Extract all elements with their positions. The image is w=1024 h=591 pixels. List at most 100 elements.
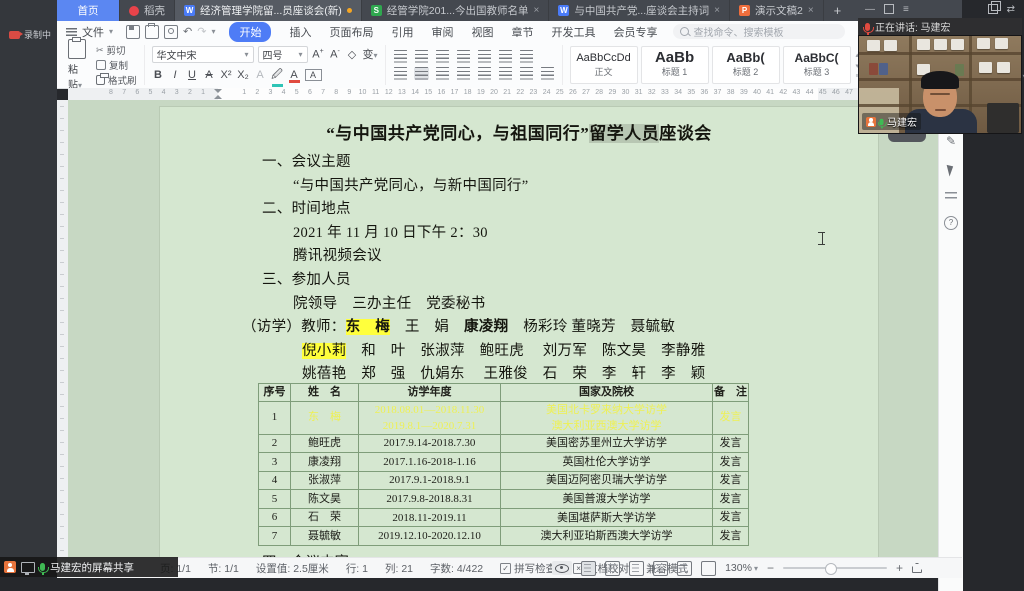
highlight-color-button[interactable]: 🖉 <box>271 66 284 85</box>
record-camera-icon <box>9 31 20 39</box>
format-painter-button[interactable]: 格式刷 <box>96 73 137 87</box>
bold-button[interactable]: B <box>152 69 165 81</box>
text-effects-button[interactable]: A <box>254 69 267 81</box>
page-view-icon[interactable] <box>581 561 596 576</box>
distribute-icon[interactable] <box>477 67 492 80</box>
font-size-select[interactable]: 四号▾ <box>258 46 308 63</box>
pointer-tool-icon[interactable] <box>947 163 956 176</box>
fullscreen-icon[interactable] <box>912 563 922 573</box>
font-name-select[interactable]: 华文中宋▾ <box>152 46 254 63</box>
zoom-slider-thumb[interactable] <box>825 563 837 575</box>
font-color-button[interactable]: A <box>288 69 301 81</box>
tab-docer[interactable]: 稻壳 <box>120 0 175 21</box>
ribbon-tab-视图[interactable]: 视图 <box>471 24 493 40</box>
style-preset[interactable]: AaBbCcDd正文 <box>570 46 638 84</box>
status-toggle-spell[interactable]: ✓拼写检查 <box>500 561 556 576</box>
ribbon-tab-页面布局[interactable]: 页面布局 <box>329 24 373 40</box>
ribbon-tab-章节[interactable]: 章节 <box>511 24 533 40</box>
show-marks-icon[interactable] <box>519 50 534 63</box>
attendee-table: 序号姓 名访学年度国家及院校备 注 1东 梅2018.08.01—2018.11… <box>258 383 749 546</box>
settings-slider-icon[interactable] <box>945 192 957 200</box>
ribbon-tab-插入[interactable]: 插入 <box>289 24 311 40</box>
document-tab[interactable]: S经管学院201...今出国教师名单× <box>362 0 550 21</box>
panel-collapse-handle[interactable] <box>888 134 926 142</box>
close-icon[interactable]: × <box>714 5 720 16</box>
eye-protection-toggle[interactable] <box>552 561 572 575</box>
pop-out-icon[interactable] <box>988 4 998 14</box>
write-mode-icon[interactable] <box>677 561 692 576</box>
sort-icon[interactable] <box>498 50 513 63</box>
minimize-icon[interactable]: — <box>865 4 875 15</box>
toolbar-collapse-icon[interactable]: ▾ <box>211 27 215 36</box>
annotate-pen-icon[interactable]: ✎ <box>946 134 956 148</box>
style-preset[interactable]: AaBbC(标题 3 <box>783 46 851 84</box>
save-icon[interactable] <box>126 25 140 39</box>
undo-icon[interactable]: ↶ <box>183 25 192 38</box>
presenter-video[interactable]: 马建宏 <box>858 35 1022 134</box>
read-view-icon[interactable] <box>653 561 668 576</box>
justify-icon[interactable] <box>456 67 471 80</box>
italic-button[interactable]: I <box>169 69 182 81</box>
web-view-icon[interactable] <box>629 561 644 576</box>
ribbon-tab-审阅[interactable]: 审阅 <box>431 24 453 40</box>
style-preset[interactable]: AaBb(标题 2 <box>712 46 780 84</box>
zoom-in-button[interactable]: + <box>896 561 903 575</box>
ribbon-tab-引用[interactable]: 引用 <box>391 24 413 40</box>
superscript-button[interactable]: X² <box>220 69 233 81</box>
ribbon-tab-开发工具[interactable]: 开发工具 <box>551 24 595 40</box>
menu-icon[interactable]: ≡ <box>903 4 909 15</box>
outline-view-icon[interactable] <box>605 561 620 576</box>
help-icon[interactable]: ? <box>944 216 958 230</box>
phonetic-guide-icon[interactable]: 变▾ <box>363 46 378 62</box>
paste-button[interactable]: 粘贴▾ <box>64 38 90 92</box>
increase-indent-icon[interactable] <box>456 50 471 63</box>
shrink-font-button[interactable]: A- <box>329 48 342 61</box>
clear-format-icon[interactable]: ◇ <box>346 48 359 61</box>
align-right-icon[interactable] <box>435 67 450 80</box>
cut-button[interactable]: ✂剪切 <box>96 43 137 57</box>
numbered-list-icon[interactable] <box>414 50 429 63</box>
shading-icon[interactable] <box>519 67 534 80</box>
tab-home[interactable]: 首页 <box>57 0 120 21</box>
character-border-button[interactable]: A <box>305 69 322 81</box>
swap-view-icon[interactable]: ⇄ <box>1007 4 1015 15</box>
line-spacing-icon[interactable] <box>498 67 513 80</box>
shelf-box <box>977 38 990 49</box>
print-preview-icon[interactable] <box>164 25 178 39</box>
fit-page-icon[interactable] <box>701 561 716 576</box>
close-icon[interactable]: × <box>534 5 540 16</box>
copy-button[interactable]: 复制 <box>96 58 137 72</box>
document-title: “与中国共产党同心，与祖国同行”留学人员座谈会 <box>160 119 878 144</box>
underline-button[interactable]: U <box>186 69 199 81</box>
new-tab-button[interactable]: + <box>824 0 852 21</box>
meeting-video-panel[interactable]: — ≡ ⇄ 正在讲话: 马建宏 <box>858 0 1022 134</box>
redo-icon[interactable]: ↷ <box>197 25 206 38</box>
close-icon[interactable]: × <box>808 5 814 16</box>
borders-icon[interactable] <box>540 67 555 80</box>
document-page[interactable]: “与中国共产党同心，与祖国同行”留学人员座谈会 一、会议主题“与中国共产党同心，… <box>160 107 878 557</box>
ribbon-tab-会员专享[interactable]: 会员专享 <box>613 24 657 40</box>
decrease-indent-icon[interactable] <box>435 50 450 63</box>
zoom-out-button[interactable]: − <box>767 561 774 575</box>
style-preset[interactable]: AaBb标题 1 <box>641 46 709 84</box>
strikethrough-button[interactable]: A <box>203 69 216 81</box>
text-direction-icon[interactable] <box>477 50 492 63</box>
document-tab[interactable]: P演示文稿2× <box>730 0 824 21</box>
print-icon[interactable] <box>145 25 159 39</box>
zoom-slider[interactable] <box>783 567 887 569</box>
align-left-icon[interactable] <box>393 67 408 80</box>
align-center-icon[interactable] <box>414 67 429 80</box>
hamburger-icon[interactable] <box>66 28 77 36</box>
indent-marker[interactable] <box>214 89 222 99</box>
zoom-level[interactable]: 130%▾ <box>725 562 758 574</box>
format-painter-label: 格式刷 <box>108 73 137 87</box>
grow-font-button[interactable]: A+ <box>312 48 325 61</box>
maximize-icon[interactable] <box>884 4 894 14</box>
command-search-box[interactable]: 查找命令、搜索模板 <box>673 24 845 39</box>
ribbon-tab-开始[interactable]: 开始 <box>229 22 271 42</box>
document-tab[interactable]: W与中国共产党...座谈会主持词× <box>549 0 730 21</box>
subscript-button[interactable]: X₂ <box>237 69 250 81</box>
document-tab[interactable]: W经济管理学院留...员座谈会(新) <box>175 0 362 21</box>
bullet-list-icon[interactable] <box>393 50 408 63</box>
document-canvas[interactable]: “与中国共产党同心，与祖国同行”留学人员座谈会 一、会议主题“与中国共产党同心，… <box>68 100 938 557</box>
